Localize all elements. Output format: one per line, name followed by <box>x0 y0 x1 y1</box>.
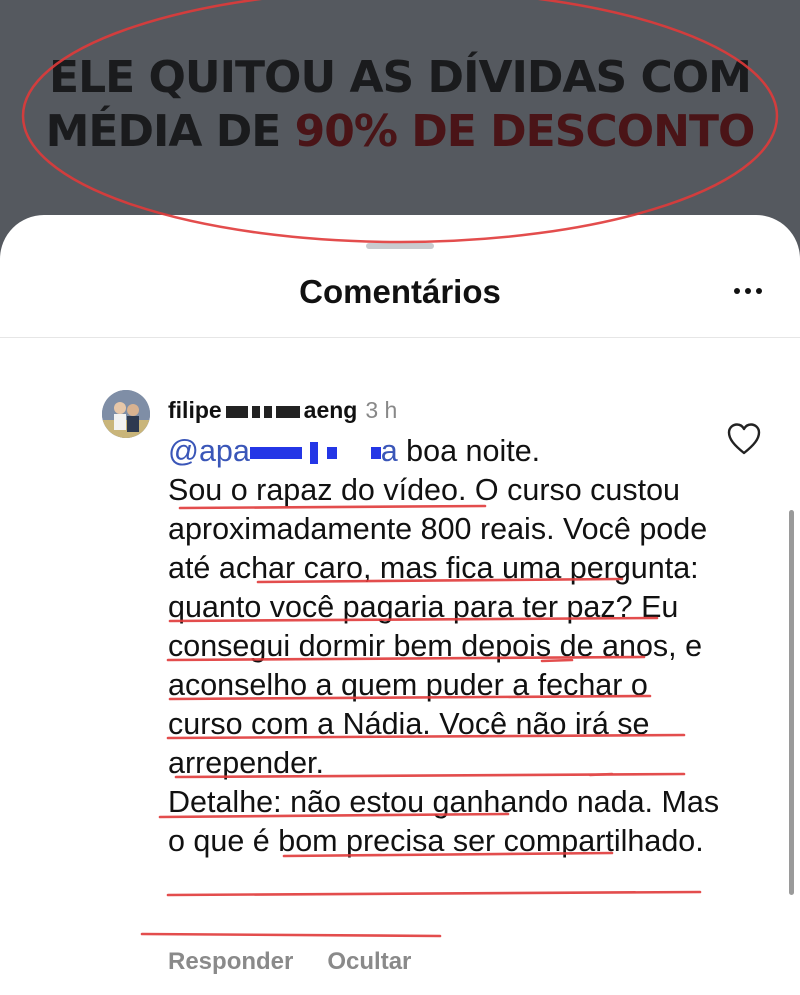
mention-suffix: a <box>380 434 398 468</box>
more-options-button[interactable] <box>722 271 774 311</box>
video-headline-line2: MÉDIA DE 90% DE DESCONTO <box>0 106 800 157</box>
scrollbar[interactable] <box>789 510 794 895</box>
headline-accent: 90% DE DESCONTO <box>294 106 756 157</box>
sheet-drag-handle[interactable] <box>366 243 434 249</box>
redaction-mark <box>249 446 302 459</box>
comment-actions: Responder Ocultar <box>168 948 411 976</box>
more-horizontal-icon <box>734 288 740 294</box>
header-divider <box>0 337 800 338</box>
redaction-mark <box>225 405 248 418</box>
username-prefix: filipe <box>168 396 222 423</box>
redaction-mark <box>263 405 272 418</box>
video-headline-line1: ELE QUITOU AS DÍVIDAS COM <box>49 52 752 103</box>
avatar-photo <box>102 390 150 438</box>
redaction-mark <box>251 405 260 418</box>
comment-paragraph-2: Detalhe: não estou ganhando nada. Mas o … <box>168 785 720 858</box>
reply-button[interactable]: Responder <box>168 948 293 976</box>
comment-header: filipe aeng 3 h <box>168 396 397 424</box>
redaction-mark <box>275 405 300 418</box>
sheet-title: Comentários <box>299 273 501 310</box>
mention-link[interactable]: @apa a <box>168 434 398 468</box>
greeting: boa noite. <box>397 434 541 468</box>
redaction-mark <box>310 441 319 464</box>
hide-button[interactable]: Ocultar <box>327 948 411 976</box>
more-dot <box>745 288 751 294</box>
avatar[interactable] <box>102 390 150 438</box>
username-suffix: aeng <box>303 396 358 423</box>
comment-paragraph-1: Sou o rapaz do vídeo. O curso custou apr… <box>168 473 708 780</box>
comment-line-mention: @apa a boa noite. <box>168 432 728 471</box>
heart-outline-icon <box>727 423 761 455</box>
redaction-mark <box>370 446 381 459</box>
redaction-mark <box>326 446 337 459</box>
more-dot <box>756 288 762 294</box>
like-button[interactable] <box>726 422 762 456</box>
comment-time: 3 h <box>365 396 398 423</box>
username[interactable]: filipe aeng <box>168 397 357 424</box>
comment-body: @apa a boa noite. Sou o rapaz do vídeo. … <box>168 432 728 861</box>
headline-prefix: MÉDIA DE <box>45 106 295 157</box>
mention-prefix: @apa <box>168 434 250 468</box>
